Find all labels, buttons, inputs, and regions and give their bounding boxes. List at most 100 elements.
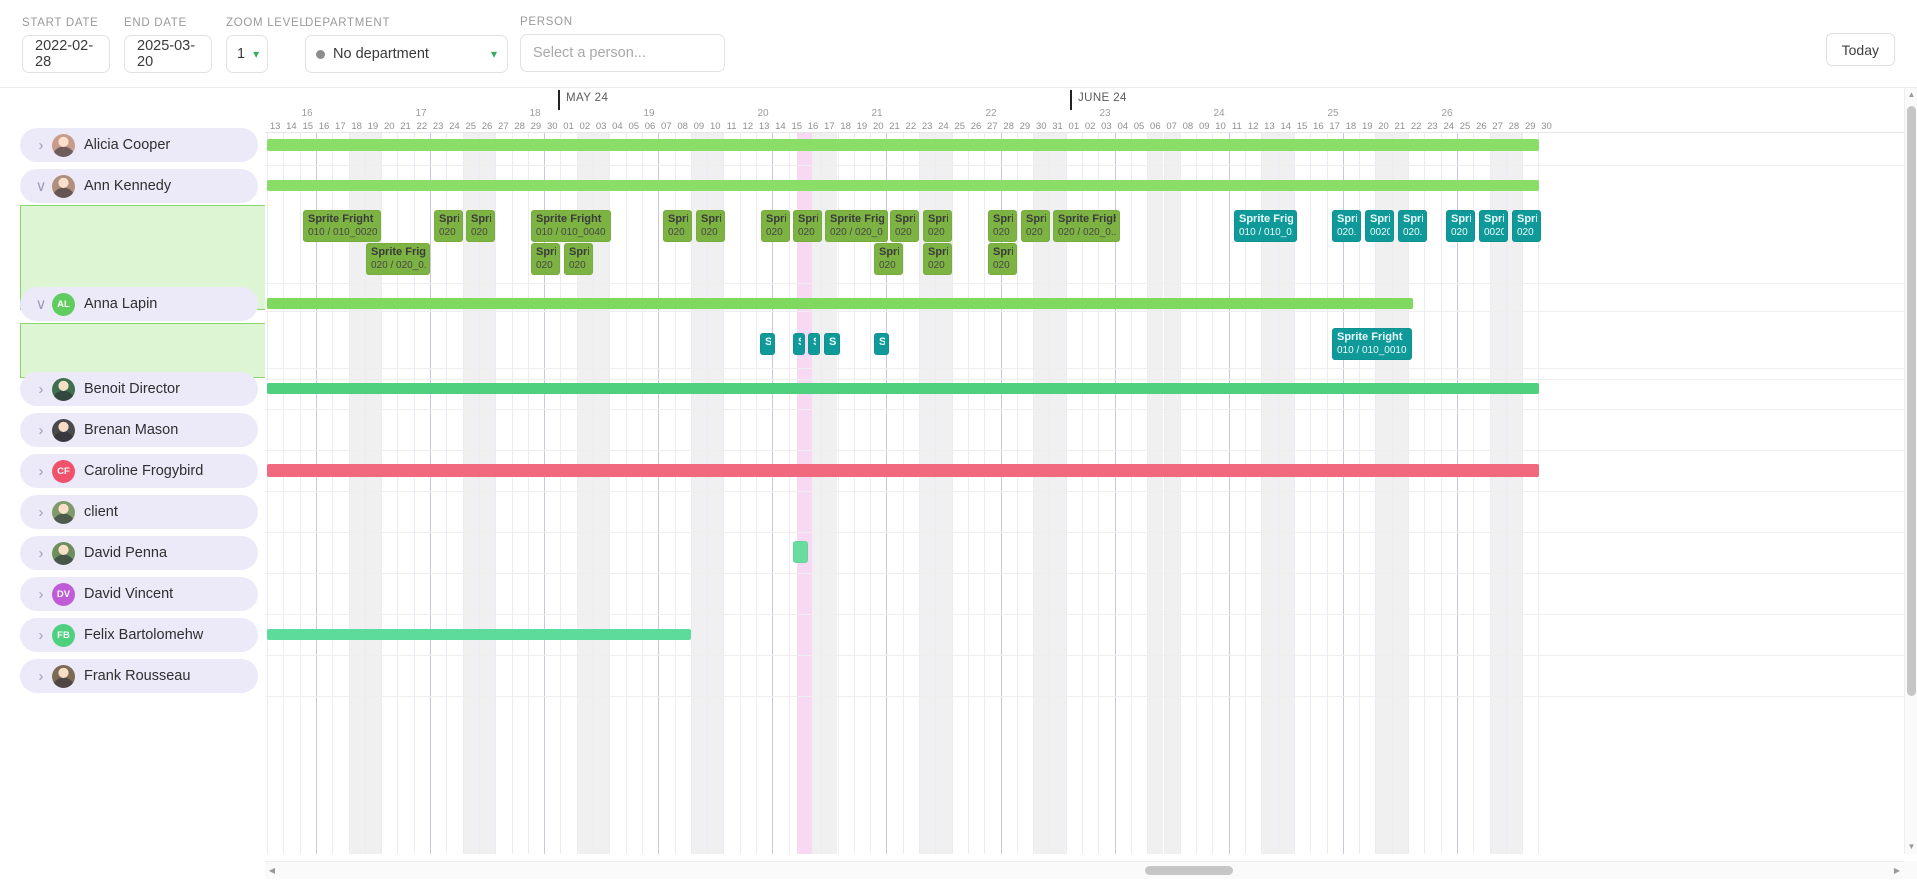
timeline-day-number: 17 <box>335 121 346 132</box>
capacity-bar-caroline-frogybird[interactable] <box>267 464 1539 477</box>
grid-line <box>740 133 741 854</box>
timeline-day-number: 30 <box>547 121 558 132</box>
end-date-input[interactable]: 2025-03-20 <box>124 35 212 73</box>
task-title: Spri... <box>993 213 1013 225</box>
chevron-right-icon[interactable]: › <box>30 381 52 398</box>
task-bar[interactable]: Spri...020... <box>1332 210 1361 242</box>
zoom-level-label: ZOOM LEVEL <box>226 17 307 29</box>
task-bar[interactable]: S <box>808 333 820 355</box>
task-bar[interactable]: Spri...020 ... <box>564 243 593 275</box>
task-bar[interactable]: Sprite Fright020 / 020_0... <box>366 243 430 275</box>
task-bar[interactable]: Sprite Fright020 / 020_0... <box>825 210 888 242</box>
task-bar[interactable]: Spri...020 ... <box>890 210 919 242</box>
vertical-scrollbar[interactable]: ▲ ▼ <box>1904 88 1917 854</box>
weekend-shading <box>1164 133 1180 854</box>
task-bar[interactable]: Spri...020 ... <box>663 210 692 242</box>
timeline-day-number: 16 <box>319 121 330 132</box>
task-bar[interactable]: Spri...020 ... <box>1446 210 1475 242</box>
task-bar[interactable]: Spri...020 ... <box>696 210 725 242</box>
sidebar-item-felix-bartolomehw[interactable]: ›FBFelix Bartolomehw <box>20 618 258 652</box>
horizontal-scrollbar-thumb[interactable] <box>1145 866 1233 875</box>
capacity-bar-ann-kennedy[interactable] <box>267 180 1539 191</box>
sidebar-item-ann-kennedy[interactable]: ∨Ann Kennedy <box>20 169 258 203</box>
sidebar-item-david-vincent[interactable]: ›DVDavid Vincent <box>20 577 258 611</box>
task-bar[interactable]: Sprite Fright010 / 010_0010 <box>1332 328 1412 360</box>
scroll-down-icon[interactable]: ▼ <box>1905 840 1917 854</box>
task-bar[interactable]: Spri...0020... <box>1479 210 1508 242</box>
sidebar-item-frank-rousseau[interactable]: ›Frank Rousseau <box>20 659 258 693</box>
chevron-right-icon[interactable]: › <box>30 627 52 644</box>
timeline-day-number: 31 <box>1052 121 1063 132</box>
task-bar[interactable]: Spri...020 ... <box>923 210 952 242</box>
capacity-bar-felix-bartolomehw[interactable] <box>267 629 691 640</box>
task-bar[interactable]: Spri...020 ... <box>988 243 1017 275</box>
vertical-scrollbar-thumb[interactable] <box>1907 106 1916 696</box>
task-bar[interactable]: S <box>793 333 805 355</box>
timeline-day-number: 20 <box>873 121 884 132</box>
sidebar-item-client[interactable]: ›client <box>20 495 258 529</box>
grid-line <box>381 133 382 854</box>
task-code: 020 / 020_0... <box>371 260 426 272</box>
task-code: 020... <box>1403 227 1423 239</box>
sidebar-item-brenan-mason[interactable]: ›Brenan Mason <box>20 413 258 447</box>
task-bar[interactable]: Spri...020 ... <box>923 243 952 275</box>
capacity-bar-benoit-director[interactable] <box>267 383 1539 394</box>
task-bar[interactable]: Spri...020 ... <box>531 243 560 275</box>
task-bar[interactable]: Spri...020 ... <box>761 210 790 242</box>
chevron-down-icon[interactable]: ∨ <box>30 295 52 313</box>
department-select[interactable]: No department ▾ <box>305 35 508 73</box>
task-bar[interactable]: Spri...020... <box>1398 210 1427 242</box>
scroll-right-icon[interactable]: ▶ <box>1890 862 1904 880</box>
task-bar[interactable]: S <box>824 333 840 355</box>
sidebar-item-caroline-frogybird[interactable]: ›CFCaroline Frogybird <box>20 454 258 488</box>
chevron-right-icon[interactable]: › <box>30 422 52 439</box>
task-bar[interactable] <box>793 541 808 563</box>
sidebar-item-alicia-cooper[interactable]: ›Alicia Cooper <box>20 128 258 162</box>
today-button[interactable]: Today <box>1826 33 1895 66</box>
capacity-bar-anna-lapin[interactable] <box>267 298 1413 309</box>
task-title: Spri... <box>928 213 948 225</box>
task-bar[interactable]: Spri...020 ... <box>1512 210 1541 242</box>
sidebar-item-david-penna[interactable]: ›David Penna <box>20 536 258 570</box>
task-bar[interactable]: Spri...020 ... <box>793 210 822 242</box>
task-bar[interactable]: Spri...0020... <box>1365 210 1394 242</box>
task-bar[interactable]: S <box>874 333 889 355</box>
task-bar[interactable]: Spri...020 ... <box>434 210 463 242</box>
task-code: 020 ... <box>993 260 1013 272</box>
end-date-label: END DATE <box>124 17 212 29</box>
start-date-input[interactable]: 2022-02-28 <box>22 35 110 73</box>
timeline-day-number: 29 <box>1020 121 1031 132</box>
grid-line <box>919 133 920 854</box>
task-bar[interactable]: Spri... 020 ... <box>988 210 1017 242</box>
task-bar[interactable]: Sprite Fright020 / 020_0... <box>1053 210 1120 242</box>
task-bar[interactable]: Spri...020 ... <box>1021 210 1050 242</box>
capacity-bar-alicia-cooper[interactable] <box>267 139 1539 151</box>
chevron-right-icon[interactable]: › <box>30 668 52 685</box>
horizontal-scrollbar[interactable]: ◀ ▶ <box>265 861 1904 879</box>
chevron-down-icon[interactable]: ∨ <box>30 177 52 195</box>
task-bar[interactable]: Sprite Fright010 / 010_0... <box>1234 210 1297 242</box>
sidebar-item-anna-lapin[interactable]: ∨ALAnna Lapin <box>20 287 258 321</box>
person-search-input[interactable]: Select a person... <box>520 34 725 72</box>
scroll-up-icon[interactable]: ▲ <box>1905 88 1917 102</box>
chevron-right-icon[interactable]: › <box>30 504 52 521</box>
timeline-day-number: 14 <box>286 121 297 132</box>
task-bar[interactable]: Sprite Fright010 / 010_0040 ... <box>531 210 611 242</box>
task-bar[interactable]: Sprite Fright010 / 010_0020 ... <box>303 210 381 242</box>
chevron-right-icon[interactable]: › <box>30 463 52 480</box>
chevron-right-icon[interactable]: › <box>30 137 52 154</box>
task-code: 020 ... <box>993 227 1013 239</box>
grid-line <box>1212 133 1213 854</box>
chevron-right-icon[interactable]: › <box>30 545 52 562</box>
task-bar[interactable]: S <box>760 333 775 355</box>
chevron-right-icon[interactable]: › <box>30 586 52 603</box>
zoom-level-select[interactable]: 1 ▾ <box>226 35 268 73</box>
task-bar[interactable]: Spri...020 ... <box>874 243 903 275</box>
scroll-left-icon[interactable]: ◀ <box>265 862 279 880</box>
avatar <box>52 378 75 401</box>
sidebar-item-benoit-director[interactable]: ›Benoit Director <box>20 372 258 406</box>
timeline-day-number: 22 <box>906 121 917 132</box>
timeline-day-number: 07 <box>1166 121 1177 132</box>
task-bar[interactable]: Spri...020 ... <box>466 210 495 242</box>
grid-line <box>984 133 985 854</box>
